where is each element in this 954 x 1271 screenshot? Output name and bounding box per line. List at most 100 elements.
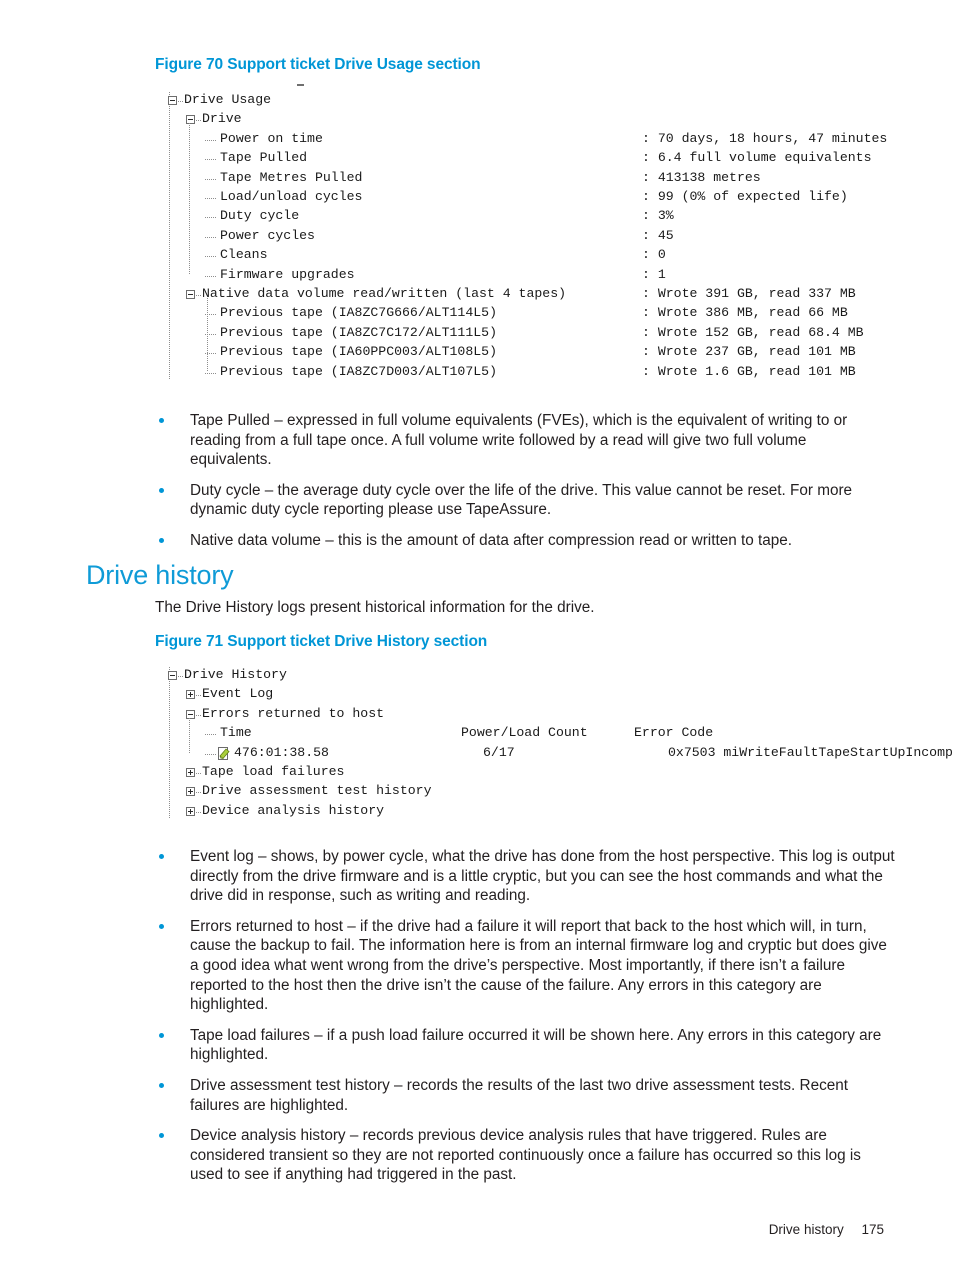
tree-expand-icon[interactable] [186, 690, 195, 700]
tree-node-label: Tape Metres Pulled [220, 169, 363, 185]
tree-connector [205, 256, 216, 258]
tree-node-label: Drive Usage [184, 92, 272, 107]
tree-node-label: Tape Pulled [220, 150, 308, 166]
bullet-dot-icon [159, 923, 164, 929]
tree-node-value: : 0 [642, 247, 666, 263]
error-entry-count: 6/17 [483, 744, 515, 760]
tree-node-value: : 6.4 full volume equivalents [642, 150, 872, 166]
tree-expand-icon[interactable] [186, 806, 195, 816]
list-item: Tape load failures – if a push load fail… [150, 1026, 898, 1065]
page-title: Drive history [86, 560, 234, 590]
bullet-text: Device analysis history – records previo… [190, 1127, 861, 1184]
drive-usage-tree: Drive Usage Drive Power on time : 70 days, … [166, 92, 954, 382]
tree-node-label: Duty cycle [220, 208, 300, 224]
tree-node-label: Previous tape (IA8ZC7D003/ALT107L5) [220, 363, 497, 379]
bullet-text: Event log – shows, by power cycle, what … [190, 848, 895, 905]
tree-node-value: : Wrote 237 GB, read 101 MB [642, 344, 856, 360]
tree-node-label: Cleans [220, 247, 268, 263]
tree-node-label: Native data volume read/written (last 4 … [202, 286, 567, 301]
bullet-dot-icon [159, 1082, 164, 1088]
note-edit-icon[interactable] [218, 746, 231, 761]
bullet-text: Duty cycle – the average duty cycle over… [190, 481, 853, 519]
bullet-text: Tape Pulled – expressed in full volume e… [190, 412, 848, 469]
tree-node-label: Previous tape (IA60PPC003/ALT108L5) [220, 344, 497, 360]
list-item: Tape Pulled – expressed in full volume e… [150, 411, 892, 470]
table-header-power-load-count: Power/Load Count [461, 725, 588, 741]
tree-guide-rail [169, 92, 171, 379]
tree-connector [196, 120, 201, 122]
tree-guide-rail [189, 717, 191, 753]
drive-history-bullet-list: Event log – shows, by power cycle, what … [150, 847, 898, 1185]
tree-connector [196, 811, 201, 814]
bullet-dot-icon [159, 1032, 164, 1038]
tree-node-label: Power cycles [220, 227, 315, 243]
list-item: Drive assessment test history – records … [150, 1076, 898, 1115]
tree-node-value: : Wrote 152 GB, read 68.4 MB [642, 324, 864, 340]
tree-node-label: Firmware upgrades [220, 266, 355, 282]
tree-node-label: Power on time [220, 130, 323, 146]
list-item: Device analysis history – records previo… [150, 1126, 898, 1185]
bullet-dot-icon [159, 487, 164, 493]
list-item: Native data volume – this is the amount … [150, 531, 892, 551]
tree-connector [205, 753, 216, 756]
tree-connector [205, 178, 216, 181]
tree-connector [205, 139, 216, 142]
tree-expand-icon[interactable] [186, 787, 195, 797]
tree-node-value: : Wrote 391 GB, read 337 MB [642, 286, 856, 301]
tree-connector [205, 734, 216, 736]
tree-node-value: : 1 [642, 266, 666, 282]
tree-node-label: Previous tape (IA8ZC7G666/ALT114L5) [220, 305, 497, 321]
tree-collapse-icon[interactable] [186, 290, 195, 299]
bullet-dot-icon [159, 537, 164, 543]
footer-section-name: Drive history [768, 1222, 844, 1237]
list-item: Event log – shows, by power cycle, what … [150, 847, 898, 906]
tree-node-label: Load/unload cycles [220, 189, 363, 204]
tree-connector [196, 773, 201, 775]
tree-connector [205, 198, 216, 200]
tree-node-label: Tape load failures [202, 764, 345, 779]
tree-node-label: Previous tape (IA8ZC7C172/ALT111L5) [220, 324, 497, 340]
list-item: Errors returned to host – if the drive h… [150, 917, 898, 1015]
scan-artifact-dash [297, 84, 304, 86]
tree-connector [205, 275, 216, 278]
tree-collapse-icon[interactable] [168, 671, 177, 680]
tree-node-label: Device analysis history [202, 802, 385, 818]
tree-node-label: Drive assessment test history [202, 783, 432, 799]
bullet-text: Native data volume – this is the amount … [190, 531, 792, 549]
document-page: Figure 70 Support ticket Drive Usage sec… [0, 0, 954, 1271]
tree-connector [205, 236, 216, 239]
tree-connector [205, 159, 216, 161]
tree-connector [178, 101, 183, 103]
section-intro-paragraph: The Drive History logs present historica… [155, 599, 595, 616]
tree-connector [196, 714, 201, 717]
page-footer: Drive history 175 [769, 1222, 884, 1237]
tree-node-value: : 413138 metres [642, 169, 761, 185]
tree-connector [196, 792, 201, 794]
tree-node-label: Errors returned to host [202, 705, 385, 721]
figure-71-caption: Figure 71 Support ticket Drive History s… [155, 633, 488, 650]
tree-node-label: Drive [202, 111, 242, 127]
drive-history-tree: Drive History Event Log Errors returned to… [166, 667, 954, 822]
tree-connector [196, 695, 201, 697]
tree-connector [196, 295, 201, 297]
tree-node-value: : Wrote 386 MB, read 66 MB [642, 305, 848, 321]
tree-guide-rail [169, 667, 171, 819]
tree-node-label: Drive History [184, 667, 287, 682]
bullet-text: Tape load failures – if a push load fail… [190, 1026, 882, 1064]
tree-expand-icon[interactable] [186, 768, 195, 777]
tree-node-value: : Wrote 1.6 GB, read 101 MB [642, 363, 856, 379]
tree-guide-rail [207, 298, 209, 371]
tree-collapse-icon[interactable] [168, 96, 177, 105]
footer-page-number: 175 [861, 1222, 884, 1237]
tree-node-value: : 3% [642, 208, 674, 224]
tree-guide-rail [189, 123, 191, 274]
error-entry-code: 0x7503 miWriteFaultTapeStartUpIncomple [668, 744, 954, 760]
tree-node-value: : 99 (0% of expected life) [642, 189, 848, 204]
figure-70-caption: Figure 70 Support ticket Drive Usage sec… [155, 56, 481, 73]
tree-node-value: : 45 [642, 227, 674, 243]
table-header-error-code: Error Code [634, 725, 714, 741]
bullet-text: Errors returned to host – if the drive h… [190, 917, 887, 1014]
drive-usage-bullet-list: Tape Pulled – expressed in full volume e… [150, 411, 892, 551]
tree-node-value: : 70 days, 18 hours, 47 minutes [642, 130, 888, 146]
error-entry-time: 476:01:38.58 [234, 744, 329, 760]
